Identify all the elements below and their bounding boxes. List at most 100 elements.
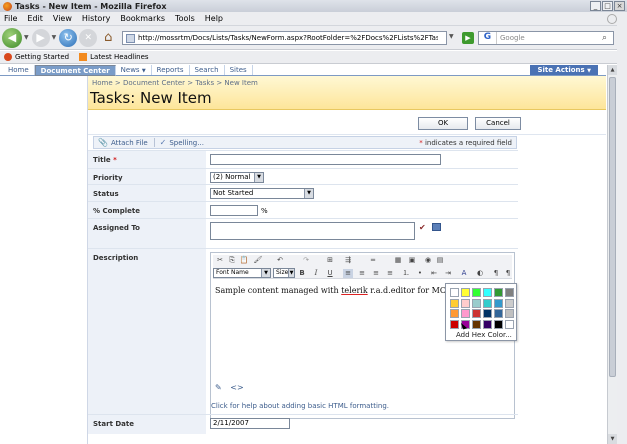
horizontal-rule-icon[interactable]: ═	[368, 256, 378, 265]
tab-search[interactable]: Search	[190, 65, 225, 75]
chevron-down-icon[interactable]: ▼	[288, 269, 294, 277]
align-center-icon[interactable]: ≡	[357, 269, 367, 278]
justify-icon[interactable]: ≡	[385, 269, 395, 278]
menu-bookmarks[interactable]: Bookmarks	[120, 14, 165, 23]
paste-icon[interactable]: 📋	[239, 256, 249, 265]
attach-file-link[interactable]: Attach File	[111, 139, 148, 147]
outdent-icon[interactable]: ⇤	[429, 269, 439, 278]
font-size-select[interactable]: Size ▼	[273, 268, 295, 278]
color-swatch[interactable]	[505, 288, 514, 297]
search-engine-icon[interactable]: G	[479, 32, 497, 44]
highlight-color-icon[interactable]: ◐	[475, 269, 485, 278]
font-name-select[interactable]: Font Name ▼	[213, 268, 271, 278]
color-swatch[interactable]	[505, 298, 514, 308]
tab-reports[interactable]: Reports	[152, 65, 190, 75]
bold-icon[interactable]: B	[297, 269, 307, 278]
bullet-list-icon[interactable]: •	[415, 269, 425, 278]
color-swatch[interactable]	[450, 319, 459, 329]
color-swatch[interactable]	[505, 319, 514, 329]
color-swatch[interactable]	[450, 309, 459, 318]
color-swatch[interactable]	[461, 288, 470, 297]
align-right-icon[interactable]: ≡	[371, 269, 381, 278]
cut-icon[interactable]: ✂	[215, 256, 225, 265]
media-icon[interactable]: ◉	[423, 256, 433, 265]
color-swatch[interactable]	[494, 319, 503, 329]
scrollbar-thumb[interactable]	[609, 77, 616, 377]
title-input[interactable]	[210, 154, 441, 165]
add-hex-color-link[interactable]: Add Hex Color...	[456, 331, 512, 339]
rtl-icon[interactable]: ¶	[503, 269, 513, 278]
url-bar[interactable]: http://mossrtm/Docs/Lists/Tasks/NewForm.…	[122, 31, 447, 45]
html-mode-icon[interactable]: <>	[230, 383, 243, 392]
go-button[interactable]: ▶	[462, 32, 474, 44]
italic-icon[interactable]: I	[311, 269, 321, 278]
paperclip-icon[interactable]: 📎	[98, 138, 108, 147]
reload-button[interactable]: ↻	[59, 28, 78, 47]
copy-icon[interactable]: ⎘	[227, 256, 237, 265]
spelling-link[interactable]: Spelling...	[169, 139, 204, 147]
color-swatch[interactable]	[494, 298, 503, 308]
color-swatch[interactable]	[472, 288, 481, 297]
link-icon[interactable]: ⇶	[343, 256, 353, 265]
percent-complete-input[interactable]	[210, 205, 258, 216]
check-names-icon[interactable]: ✔	[419, 223, 426, 232]
home-button[interactable]: ⌂	[99, 29, 117, 47]
underline-icon[interactable]: U	[325, 269, 335, 278]
site-actions-menu[interactable]: Site Actions ▼	[530, 65, 598, 75]
tab-sites[interactable]: Sites	[225, 65, 253, 75]
document-icon[interactable]: ▤	[435, 256, 445, 265]
chevron-down-icon[interactable]: ▼	[254, 173, 263, 182]
color-swatch[interactable]	[483, 309, 492, 318]
color-swatch[interactable]	[450, 298, 459, 308]
menu-tools[interactable]: Tools	[175, 14, 195, 23]
priority-select[interactable]: (2) Normal ▼	[210, 172, 264, 183]
tab-home[interactable]: Home	[3, 65, 35, 75]
numbered-list-icon[interactable]: ⒈	[401, 269, 411, 278]
color-swatch[interactable]	[483, 319, 492, 329]
align-left-icon[interactable]: ≡	[343, 269, 353, 278]
cancel-button[interactable]: Cancel	[475, 117, 521, 130]
tab-news[interactable]: News ▼	[116, 65, 152, 75]
browse-address-book-icon[interactable]	[432, 223, 441, 231]
font-color-icon[interactable]: A	[459, 269, 469, 278]
color-swatch[interactable]	[461, 298, 470, 308]
status-select[interactable]: Not Started ▼	[210, 188, 314, 199]
ltr-icon[interactable]: ¶	[491, 269, 501, 278]
color-swatch[interactable]	[505, 309, 514, 318]
back-button[interactable]: ◀	[2, 27, 22, 48]
indent-icon[interactable]: ⇥	[443, 269, 453, 278]
color-swatch[interactable]	[483, 288, 492, 297]
color-swatch[interactable]	[494, 309, 503, 318]
close-icon[interactable]: ×	[614, 1, 625, 11]
color-swatch[interactable]	[483, 298, 492, 308]
menu-help[interactable]: Help	[205, 14, 223, 23]
ok-button[interactable]: OK	[418, 117, 468, 130]
forward-history-icon[interactable]: ▼	[52, 34, 57, 41]
html-help-link[interactable]: Click for help about adding basic HTML f…	[211, 402, 389, 410]
back-history-icon[interactable]: ▼	[24, 34, 29, 41]
scroll-down-icon[interactable]: ▼	[608, 434, 617, 444]
search-box[interactable]: G Google ⌕	[478, 31, 614, 45]
undo-icon[interactable]: ↶	[275, 256, 285, 265]
tab-document-center[interactable]: Document Center	[34, 65, 116, 76]
menu-history[interactable]: History	[82, 14, 110, 23]
image-icon[interactable]: ▣	[407, 256, 417, 265]
design-mode-icon[interactable]: ✎	[215, 383, 222, 392]
format-painter-icon[interactable]: 🖌	[253, 256, 263, 265]
maximize-icon[interactable]: □	[602, 1, 613, 11]
start-date-input[interactable]: 2/11/2007	[210, 418, 290, 429]
stop-button[interactable]: ✕	[79, 28, 98, 47]
chevron-down-icon[interactable]: ▼	[304, 189, 313, 198]
assigned-to-input[interactable]	[210, 222, 415, 240]
search-icon[interactable]: ⌕	[602, 33, 613, 44]
url-dropdown-icon[interactable]: ▼	[449, 33, 454, 40]
chevron-down-icon[interactable]: ▼	[261, 269, 270, 277]
page-scrollbar[interactable]: ▲ ▼	[607, 65, 617, 444]
color-swatch[interactable]	[472, 309, 481, 318]
table-icon[interactable]: ▦	[393, 256, 403, 265]
scroll-up-icon[interactable]: ▲	[608, 65, 617, 75]
color-swatch[interactable]	[450, 288, 459, 297]
menu-edit[interactable]: Edit	[27, 14, 43, 23]
find-icon[interactable]: ⊞	[325, 256, 335, 265]
forward-button[interactable]: ▶	[31, 28, 50, 47]
